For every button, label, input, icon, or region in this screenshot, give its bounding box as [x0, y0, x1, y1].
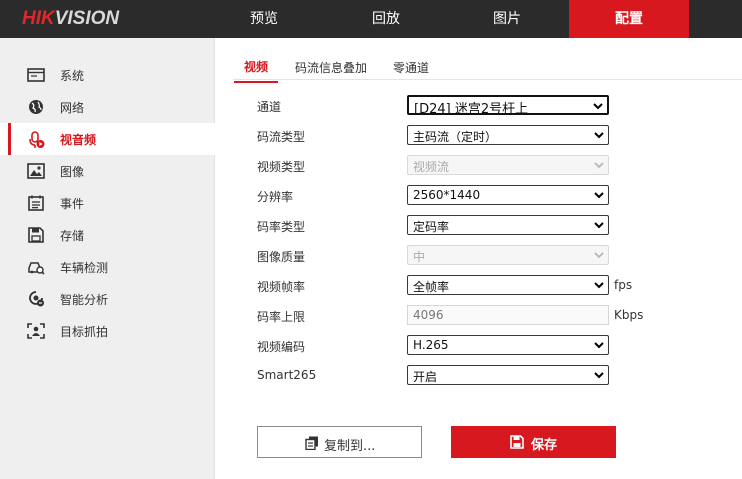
top-navigation-bar: HIKVISION 预览 回放 图片 配置	[0, 0, 742, 38]
sidebar-item-storage[interactable]: 存储	[0, 219, 215, 251]
chevron-down-icon	[594, 162, 604, 169]
sidebar-item-system[interactable]: 系统	[0, 59, 215, 91]
frame-rate-select[interactable]: 全帧率	[407, 275, 609, 295]
sidebar-item-event[interactable]: 事件	[0, 187, 215, 219]
chevron-down-icon	[594, 372, 604, 379]
copy-icon	[305, 436, 318, 450]
max-bitrate-label: 码率上限	[257, 310, 306, 324]
video-type-select: 视频流	[407, 155, 609, 175]
channel-label: 通道	[257, 100, 282, 114]
sidebar: 系统 网络 视音频 图像 事件 存储 车辆检测 智能分析 目标抓拍	[0, 38, 215, 479]
chevron-down-icon	[593, 103, 603, 110]
config-tabs: 视频 码流信息叠加 零通道	[233, 56, 742, 83]
max-bitrate-value: 4096	[413, 308, 444, 322]
stream-type-value: 主码流（定时）	[413, 130, 498, 144]
sidebar-item-image[interactable]: 图像	[0, 155, 215, 187]
event-list-icon	[27, 195, 45, 211]
sidebar-item-label: 视音频	[60, 133, 97, 147]
nav-preview[interactable]: 预览	[205, 0, 323, 38]
save-disk-icon	[510, 435, 524, 449]
resolution-value: 2560*1440	[413, 188, 481, 202]
sidebar-item-label: 目标抓拍	[60, 325, 109, 339]
sidebar-item-label: 事件	[60, 197, 85, 211]
microphone-video-icon	[27, 131, 45, 148]
tab-video[interactable]: 视频	[233, 58, 279, 83]
video-encoding-value: H.265	[413, 338, 449, 352]
image-quality-select: 中	[407, 245, 609, 265]
resolution-select[interactable]: 2560*1440	[407, 185, 609, 205]
save-label: 保存	[531, 438, 558, 453]
sidebar-item-label: 车辆检测	[60, 261, 109, 275]
image-quality-label: 图像质量	[257, 250, 306, 264]
video-type-label: 视频类型	[257, 160, 306, 174]
chevron-down-icon	[594, 222, 604, 229]
channel-value: [D24] 迷宫2号杆上	[414, 102, 529, 117]
image-icon	[27, 163, 45, 179]
nav-picture[interactable]: 图片	[448, 0, 566, 38]
system-icon	[27, 67, 45, 83]
sidebar-item-smart-analysis[interactable]: 智能分析	[0, 283, 215, 315]
bitrate-type-select[interactable]: 定码率	[407, 215, 609, 235]
video-encoding-label: 视频编码	[257, 340, 306, 354]
stream-type-label: 码流类型	[257, 130, 306, 144]
target-capture-icon	[27, 323, 45, 339]
nav-playback[interactable]: 回放	[327, 0, 445, 38]
sidebar-item-label: 智能分析	[60, 293, 109, 307]
video-type-value: 视频流	[413, 160, 450, 174]
smart-analysis-icon	[27, 291, 45, 307]
sidebar-item-video-audio[interactable]: 视音频	[0, 123, 215, 155]
vehicle-detection-icon	[27, 259, 45, 275]
max-bitrate-unit: Kbps	[614, 308, 644, 322]
max-bitrate-input[interactable]: 4096	[407, 305, 609, 325]
chevron-down-icon	[594, 342, 604, 349]
chevron-down-icon	[594, 132, 604, 139]
chevron-down-icon	[594, 282, 604, 289]
logo-text-vision: VISION	[54, 8, 120, 29]
chevron-down-icon	[594, 252, 604, 259]
sidebar-item-label: 网络	[60, 101, 85, 115]
sidebar-item-label: 图像	[60, 165, 85, 179]
smart265-select[interactable]: 开启	[407, 365, 609, 385]
sidebar-item-vehicle-detection[interactable]: 车辆检测	[0, 251, 215, 283]
bitrate-type-value: 定码率	[413, 220, 450, 234]
channel-select[interactable]: [D24] 迷宫2号杆上	[407, 95, 609, 117]
resolution-label: 分辨率	[257, 190, 294, 204]
tab-stream-info-overlay[interactable]: 码流信息叠加	[295, 59, 367, 83]
hikvision-logo: HIKVISION	[22, 8, 119, 30]
sidebar-item-label: 系统	[60, 69, 85, 83]
smart265-value: 开启	[413, 370, 438, 384]
image-quality-value: 中	[413, 250, 426, 264]
sidebar-item-network[interactable]: 网络	[0, 91, 215, 123]
save-button[interactable]: 保存	[451, 426, 616, 458]
logo-text-hik: HIK	[22, 8, 55, 29]
frame-rate-label: 视频帧率	[257, 280, 306, 294]
copy-to-label: 复制到...	[324, 439, 376, 454]
video-encoding-select[interactable]: H.265	[407, 335, 609, 355]
sidebar-item-label: 存储	[60, 229, 85, 243]
copy-to-button[interactable]: 复制到...	[257, 426, 422, 458]
network-globe-icon	[27, 99, 45, 115]
tab-zero-channel[interactable]: 零通道	[393, 59, 429, 83]
smart265-label: Smart265	[257, 368, 317, 382]
frame-rate-value: 全帧率	[413, 280, 450, 294]
chevron-down-icon	[594, 192, 604, 199]
stream-type-select[interactable]: 主码流（定时）	[407, 125, 609, 145]
storage-disk-icon	[27, 227, 45, 243]
sidebar-item-target-capture[interactable]: 目标抓拍	[0, 315, 215, 347]
bitrate-type-label: 码率类型	[257, 220, 306, 234]
frame-rate-unit: fps	[614, 278, 633, 292]
nav-configuration[interactable]: 配置	[569, 0, 689, 38]
